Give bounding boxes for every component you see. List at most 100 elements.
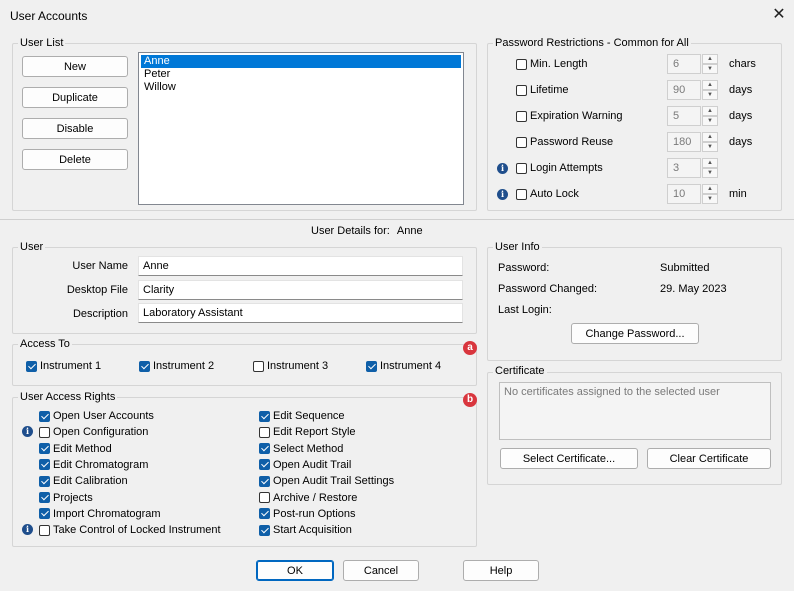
- ok-button[interactable]: OK: [256, 560, 334, 581]
- checkbox[interactable]: [516, 162, 527, 174]
- checkbox[interactable]: [259, 426, 270, 438]
- checkbox[interactable]: [259, 508, 270, 520]
- spin-up-icon[interactable]: ▲: [702, 106, 718, 116]
- select-certificate-button[interactable]: Select Certificate...: [500, 448, 638, 469]
- checkbox[interactable]: [39, 443, 50, 455]
- restriction-2-checkbox[interactable]: Expiration Warning: [516, 110, 623, 122]
- info-icon[interactable]: i: [497, 163, 508, 174]
- delete-user-button[interactable]: Delete: [22, 149, 128, 170]
- stepper-value[interactable]: 5: [667, 106, 701, 126]
- checkbox[interactable]: [516, 58, 527, 70]
- stepper-value[interactable]: 10: [667, 184, 701, 204]
- instrument-1-checkbox[interactable]: Instrument 1: [26, 360, 101, 372]
- instrument-3-checkbox[interactable]: Instrument 3: [253, 360, 328, 372]
- checkbox[interactable]: [516, 84, 527, 96]
- help-button[interactable]: Help: [463, 560, 539, 581]
- checkbox[interactable]: [39, 426, 50, 438]
- list-item[interactable]: Peter: [141, 68, 461, 81]
- spin-up-icon[interactable]: ▲: [702, 132, 718, 142]
- last-login-label: Last Login:: [498, 304, 552, 316]
- checkbox[interactable]: [259, 475, 270, 487]
- right-left-3-checkbox[interactable]: Edit Chromatogram: [39, 459, 148, 471]
- disable-user-button[interactable]: Disable: [22, 118, 128, 139]
- right-left-7-checkbox[interactable]: Take Control of Locked Instrument: [39, 524, 221, 536]
- right-right-1-checkbox[interactable]: Edit Report Style: [259, 426, 356, 438]
- right-right-7-checkbox[interactable]: Start Acquisition: [259, 524, 352, 536]
- duplicate-user-button[interactable]: Duplicate: [22, 87, 128, 108]
- checkbox[interactable]: [516, 188, 527, 200]
- stepper-value[interactable]: 180: [667, 132, 701, 152]
- restriction-3-stepper[interactable]: 180 ▲ ▼: [667, 132, 718, 152]
- checkbox[interactable]: [139, 360, 150, 372]
- stepper-value[interactable]: 3: [667, 158, 701, 178]
- new-user-button[interactable]: New: [22, 56, 128, 77]
- checkbox[interactable]: [39, 524, 50, 536]
- restriction-4-checkbox[interactable]: Login Attempts: [516, 162, 603, 174]
- spin-up-icon[interactable]: ▲: [702, 158, 718, 168]
- certificate-list[interactable]: No certificates assigned to the selected…: [499, 382, 771, 440]
- right-left-0-checkbox[interactable]: Open User Accounts: [39, 410, 154, 422]
- checkbox[interactable]: [39, 508, 50, 520]
- description-field[interactable]: Laboratory Assistant: [138, 303, 463, 323]
- restriction-3-checkbox[interactable]: Password Reuse: [516, 136, 613, 148]
- list-item[interactable]: Anne: [141, 55, 461, 68]
- checkbox[interactable]: [259, 459, 270, 471]
- close-icon[interactable]: ✕: [770, 5, 788, 25]
- right-left-1-checkbox[interactable]: Open Configuration: [39, 426, 148, 438]
- cancel-button[interactable]: Cancel: [343, 560, 419, 581]
- checkbox[interactable]: [39, 410, 50, 422]
- restriction-0-stepper[interactable]: 6 ▲ ▼: [667, 54, 718, 74]
- restriction-1-stepper[interactable]: 90 ▲ ▼: [667, 80, 718, 100]
- restriction-4-stepper[interactable]: 3 ▲ ▼: [667, 158, 718, 178]
- checkbox[interactable]: [26, 360, 37, 372]
- instrument-4-checkbox[interactable]: Instrument 4: [366, 360, 441, 372]
- stepper-value[interactable]: 90: [667, 80, 701, 100]
- user-listbox[interactable]: Anne Peter Willow: [138, 52, 464, 205]
- restriction-5-checkbox[interactable]: Auto Lock: [516, 188, 579, 200]
- checkbox[interactable]: [516, 110, 527, 122]
- right-right-3-checkbox[interactable]: Open Audit Trail: [259, 459, 351, 471]
- spin-down-icon[interactable]: ▼: [702, 64, 718, 74]
- right-left-5-checkbox[interactable]: Projects: [39, 492, 93, 504]
- spin-up-icon[interactable]: ▲: [702, 184, 718, 194]
- checkbox[interactable]: [39, 492, 50, 503]
- desktop-file-field[interactable]: Clarity: [138, 280, 463, 300]
- list-item[interactable]: Willow: [141, 81, 461, 94]
- info-icon[interactable]: i: [497, 189, 508, 200]
- change-password-button[interactable]: Change Password...: [571, 323, 699, 344]
- checkbox[interactable]: [39, 475, 50, 487]
- checkbox[interactable]: [39, 459, 50, 471]
- spin-down-icon[interactable]: ▼: [702, 194, 718, 204]
- spin-down-icon[interactable]: ▼: [702, 90, 718, 100]
- right-right-6-checkbox[interactable]: Post-run Options: [259, 508, 356, 520]
- stepper-value[interactable]: 6: [667, 54, 701, 74]
- checkbox[interactable]: [259, 443, 270, 455]
- checkbox[interactable]: [259, 492, 270, 503]
- restriction-5-stepper[interactable]: 10 ▲ ▼: [667, 184, 718, 204]
- checkbox[interactable]: [366, 360, 377, 372]
- right-left-4-checkbox[interactable]: Edit Calibration: [39, 475, 128, 487]
- restriction-1-checkbox[interactable]: Lifetime: [516, 84, 569, 96]
- right-left-2-checkbox[interactable]: Edit Method: [39, 443, 112, 455]
- checkbox[interactable]: [516, 136, 527, 148]
- right-left-6-checkbox[interactable]: Import Chromatogram: [39, 508, 161, 520]
- right-right-0-checkbox[interactable]: Edit Sequence: [259, 410, 345, 422]
- spin-down-icon[interactable]: ▼: [702, 168, 718, 178]
- spin-down-icon[interactable]: ▼: [702, 142, 718, 152]
- right-right-4-checkbox[interactable]: Open Audit Trail Settings: [259, 475, 394, 487]
- checkbox[interactable]: [259, 410, 270, 422]
- marker-a-icon: a: [463, 341, 477, 355]
- spin-down-icon[interactable]: ▼: [702, 116, 718, 126]
- spin-up-icon[interactable]: ▲: [702, 54, 718, 64]
- spin-up-icon[interactable]: ▲: [702, 80, 718, 90]
- checkbox[interactable]: [259, 524, 270, 536]
- checkbox-label: Min. Length: [530, 58, 588, 70]
- restriction-0-checkbox[interactable]: Min. Length: [516, 58, 587, 70]
- checkbox[interactable]: [253, 360, 264, 372]
- instrument-2-checkbox[interactable]: Instrument 2: [139, 360, 214, 372]
- clear-certificate-button[interactable]: Clear Certificate: [647, 448, 771, 469]
- right-right-2-checkbox[interactable]: Select Method: [259, 443, 343, 455]
- right-right-5-checkbox[interactable]: Archive / Restore: [259, 492, 357, 504]
- user-name-field[interactable]: Anne: [138, 256, 463, 276]
- restriction-2-stepper[interactable]: 5 ▲ ▼: [667, 106, 718, 126]
